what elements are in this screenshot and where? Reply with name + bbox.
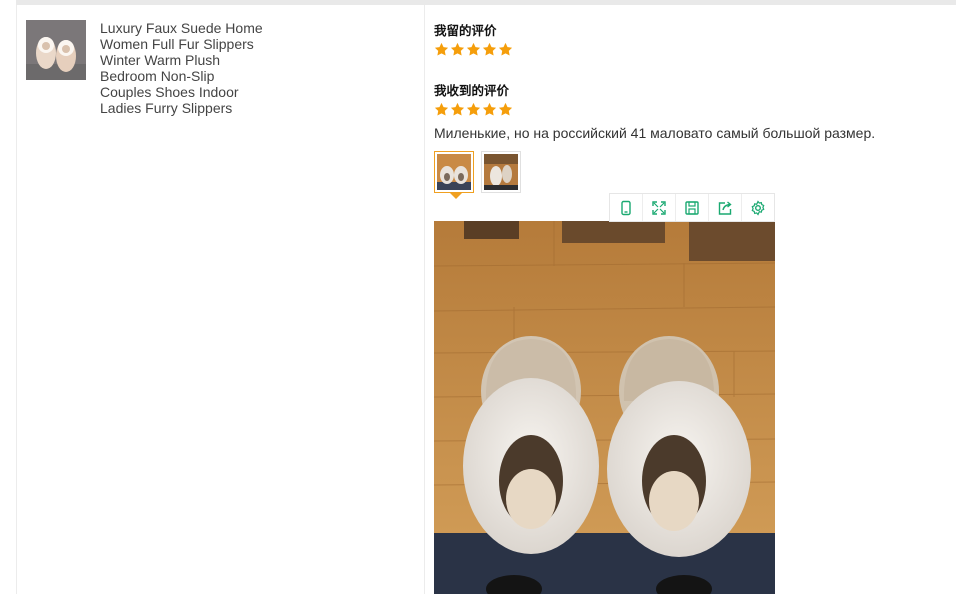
product-title[interactable]: Luxury Faux Suede Home Women Full Fur Sl… [100,20,400,116]
review-photo-thumb-2[interactable] [481,151,521,193]
left-border [16,5,17,594]
share-icon [718,200,732,215]
product-title-line[interactable]: Winter Warm Plush [100,52,400,68]
column-divider [424,5,425,594]
photo-viewer-toolbar [609,193,775,222]
expand-button[interactable] [643,194,676,221]
received-review-label: 我收到的评价 [434,83,510,98]
product-title-line[interactable]: Couples Shoes Indoor [100,84,400,100]
slippers-photo-icon [437,154,471,190]
product-thumbnail[interactable] [26,20,86,80]
top-border [16,0,956,5]
star-icon [434,102,449,116]
star-icon [482,102,497,116]
phone-view-button[interactable] [610,194,643,221]
star-icon [450,42,465,56]
product-title-line[interactable]: Women Full Fur Slippers [100,36,400,52]
save-icon [685,200,699,215]
selected-photo-caret [450,193,462,199]
product-title-line[interactable]: Bedroom Non-Slip [100,68,400,84]
review-photo-preview[interactable] [434,201,775,594]
settings-icon [751,199,765,216]
product-title-line[interactable]: Luxury Faux Suede Home [100,20,400,36]
received-review-rating [434,102,513,118]
star-icon [498,42,513,56]
share-button[interactable] [709,194,742,221]
given-review-rating [434,42,513,58]
product-title-line[interactable]: Ladies Furry Slippers [100,100,400,116]
review-photo-thumb-1[interactable] [434,151,474,193]
star-icon [482,42,497,56]
expand-icon [652,200,666,215]
phone-icon [621,200,631,215]
star-icon [434,42,449,56]
slippers-photo-large [434,201,775,594]
star-icon [498,102,513,116]
star-icon [466,102,481,116]
slippers-photo-icon [484,154,518,190]
slippers-photo-icon [26,20,86,80]
review-text: Миленькие, но на российский 41 маловато … [434,125,876,141]
given-review-label: 我留的评价 [434,23,497,38]
settings-button[interactable] [742,194,774,221]
star-icon [466,42,481,56]
save-button[interactable] [676,194,709,221]
star-icon [450,102,465,116]
